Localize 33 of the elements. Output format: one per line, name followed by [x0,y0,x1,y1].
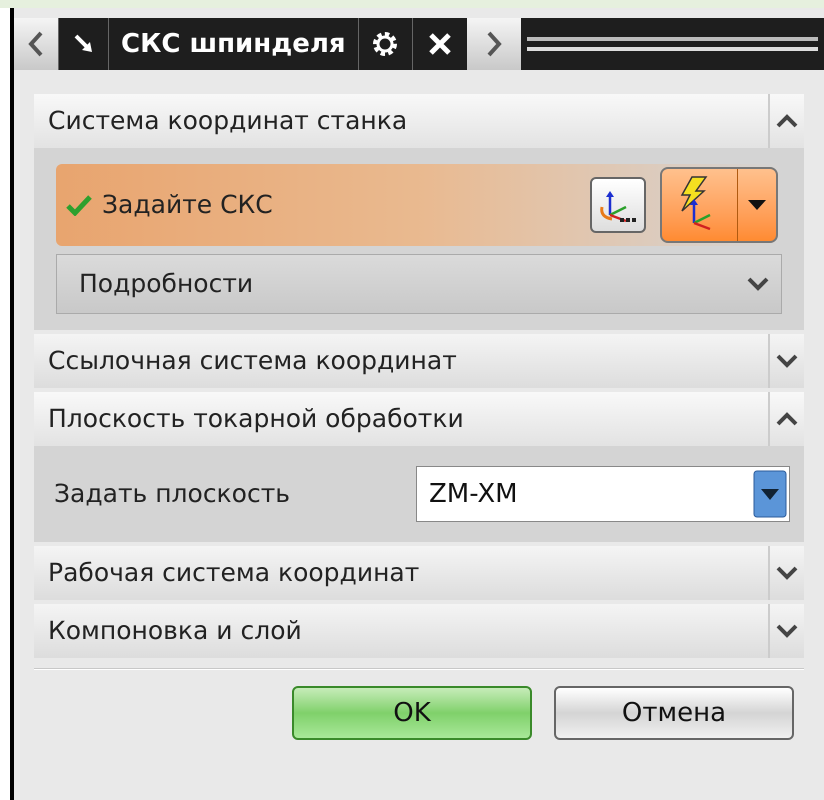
plane-dropdown[interactable]: ZM-XM [416,466,790,522]
close-icon [428,32,452,56]
arrow-icon [72,33,94,55]
chevron-down-icon [776,624,798,638]
chevron-left-icon [28,31,44,57]
inferred-csys-button[interactable] [660,167,778,243]
section-title: Плоскость токарной обработки [47,403,465,436]
chevron-down-icon [776,566,798,580]
settings-icon [371,30,400,58]
cancel-button[interactable]: Отмена [554,686,794,740]
selection-label: Задайте СКС [102,189,274,222]
section-header[interactable]: Компоновка и слой [34,604,804,658]
chevron-right-icon [486,31,502,57]
section-title: Компоновка и слой [47,615,303,648]
next-tab-button[interactable] [466,18,521,70]
previous-tab-button[interactable] [14,18,58,70]
details-header[interactable]: Подробности [56,254,782,314]
csys-dialog-button[interactable] [590,177,646,233]
chevron-down-icon [776,354,798,368]
field-label: Задать плоскость [54,478,291,510]
section-header[interactable]: Система координат станка [34,94,804,148]
chevron-down-icon [747,277,769,291]
dropdown-arrow-icon [747,199,767,211]
ok-button[interactable]: OK [292,686,532,740]
section-title: Система координат станка [47,105,408,138]
chevron-up-icon [776,412,798,426]
chevron-up-icon [776,114,798,128]
details-title: Подробности [79,268,254,300]
section-title: Ссылочная система координат [47,345,458,378]
section-title: Рабочая система координат [47,557,420,590]
section-header[interactable]: Рабочая система координат [34,546,804,600]
section-header[interactable]: Ссылочная система координат [34,334,804,388]
section-header[interactable]: Плоскость токарной обработки [34,392,804,446]
